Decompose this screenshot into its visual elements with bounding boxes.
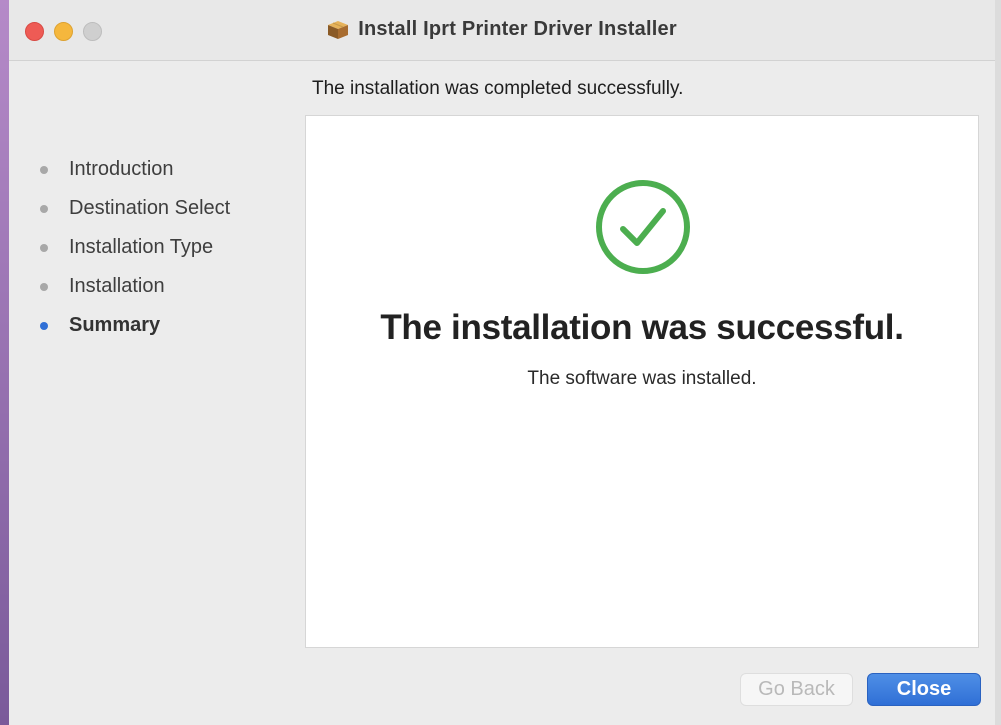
sidebar-step-summary: Summary xyxy=(40,306,290,345)
step-label: Installation xyxy=(69,275,165,297)
step-label: Introduction xyxy=(69,158,174,180)
window-title: Install Iprt Printer Driver Installer xyxy=(358,18,677,40)
checkmark-circle-icon xyxy=(596,180,690,274)
sidebar-step-installation-type: Installation Type xyxy=(40,228,290,267)
sidebar-step-installation: Installation xyxy=(40,267,290,306)
step-dot-icon xyxy=(40,204,48,213)
installer-window: Install Iprt Printer Driver Installer Th… xyxy=(0,0,1001,725)
package-icon xyxy=(327,20,349,40)
window-edge-left xyxy=(0,0,9,725)
success-message: The software was installed. xyxy=(527,368,757,389)
page-subheading: The installation was completed successfu… xyxy=(312,78,684,99)
step-dot-icon xyxy=(40,282,48,291)
step-dot-icon xyxy=(40,243,48,252)
step-label: Summary xyxy=(69,314,161,336)
sidebar-step-introduction: Introduction xyxy=(40,150,290,189)
go-back-button[interactable]: Go Back xyxy=(740,673,853,706)
success-title: The installation was successful. xyxy=(380,308,904,347)
step-label: Destination Select xyxy=(69,197,231,219)
window-edge-right xyxy=(995,0,1001,725)
steps-sidebar: Introduction Destination Select Installa… xyxy=(40,150,290,345)
title-bar: Install Iprt Printer Driver Installer xyxy=(9,0,995,61)
window-title-container: Install Iprt Printer Driver Installer xyxy=(9,18,995,46)
step-label: Installation Type xyxy=(69,236,214,258)
step-dot-active-icon xyxy=(40,321,48,330)
sidebar-step-destination-select: Destination Select xyxy=(40,189,290,228)
step-dot-icon xyxy=(40,165,48,174)
close-button[interactable]: Close xyxy=(867,673,981,706)
summary-panel: The installation was successful. The sof… xyxy=(305,115,979,648)
window-title-group: Install Iprt Printer Driver Installer xyxy=(327,18,677,41)
